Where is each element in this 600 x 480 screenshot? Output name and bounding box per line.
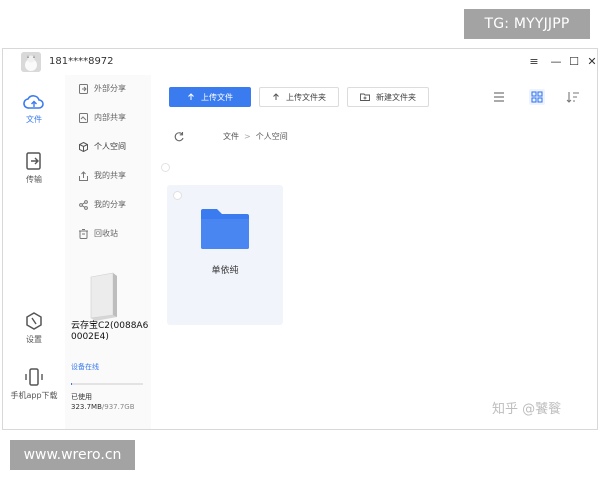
close-button[interactable]: ✕ <box>581 49 597 75</box>
phone-icon <box>25 368 43 386</box>
cloud-icon <box>23 95 44 109</box>
trash-icon <box>79 229 88 239</box>
storage-usage-bar <box>71 383 143 385</box>
upload-folder-button[interactable]: 上传文件夹 <box>259 87 339 107</box>
leftbar-item-transfer[interactable]: 传输 <box>3 151 65 185</box>
refresh-icon[interactable] <box>173 131 185 143</box>
nav-label: 我的分享 <box>94 200 126 209</box>
nav-label: 回收站 <box>94 229 118 238</box>
list-view-icon[interactable] <box>491 89 507 105</box>
nav-item-personal-space[interactable]: 个人空间 <box>79 138 126 156</box>
nav-item-recycle-bin[interactable]: 回收站 <box>79 225 118 243</box>
breadcrumb-separator: > <box>244 132 251 141</box>
watermark-bottom: www.wrero.cn <box>10 440 135 470</box>
leftbar-item-app-download[interactable]: 手机app下载 <box>3 367 65 401</box>
nav-panel: 外部分享 内部共享 个人空间 我的共享 我的分享 回收站 云存宝C2(0088A… <box>65 75 151 429</box>
transfer-icon <box>26 152 41 170</box>
left-icon-bar: 文件 传输 设置 手机app下载 <box>3 75 65 429</box>
nav-label: 外部分享 <box>94 84 126 93</box>
upload-file-label: 上传文件 <box>201 92 233 102</box>
upload-share-icon <box>79 171 88 181</box>
account-number: 181****8972 <box>49 56 114 67</box>
nav-label: 内部共享 <box>94 113 126 122</box>
sort-icon[interactable] <box>565 89 581 105</box>
storage-total: 937.7GB <box>104 403 135 411</box>
upload-folder-label: 上传文件夹 <box>286 92 326 102</box>
device-status: 设备在线 <box>71 363 99 371</box>
app-window: 181****8972 ≡ — ☐ ✕ 文件 传输 设置 手机app下载 外部分… <box>2 48 598 430</box>
storage-usage-fill <box>71 383 72 385</box>
storage-used: 323.7MB <box>71 403 102 411</box>
new-folder-button[interactable]: 新建文件夹 <box>347 87 429 107</box>
nav-item-my-shared[interactable]: 我的共享 <box>79 167 126 185</box>
leftbar-item-files[interactable]: 文件 <box>3 93 65 125</box>
device-image <box>87 271 121 323</box>
folder-icon <box>201 209 249 249</box>
new-folder-label: 新建文件夹 <box>376 92 416 102</box>
watermark-top: TG: MYYJJPP <box>464 9 590 39</box>
breadcrumb-current: 个人空间 <box>255 132 288 141</box>
select-all-checkbox[interactable] <box>161 163 170 172</box>
leftbar-label: 设置 <box>26 335 42 344</box>
main-content: 上传文件 上传文件夹 新建文件夹 文件 > 个人空间 单依纯 <box>151 75 597 429</box>
leftbar-label: 文件 <box>26 115 42 124</box>
leftbar-label: 传输 <box>26 175 42 184</box>
zhihu-watermark: 知乎 @饕餮 <box>492 402 562 417</box>
upload-file-button[interactable]: 上传文件 <box>169 87 251 107</box>
leftbar-label: 手机app下载 <box>10 391 58 400</box>
storage-usage-label: 已使用 <box>71 393 92 401</box>
item-checkbox[interactable] <box>173 191 182 200</box>
breadcrumb: 文件 > 个人空间 <box>223 131 288 142</box>
nav-label: 个人空间 <box>94 142 126 151</box>
nav-item-external-share[interactable]: 外部分享 <box>79 80 126 98</box>
folder-item[interactable]: 单依纯 <box>167 185 283 325</box>
avatar[interactable] <box>21 52 41 72</box>
internal-share-icon <box>79 113 88 123</box>
share-icon <box>79 200 88 210</box>
menu-icon[interactable]: ≡ <box>523 49 545 75</box>
storage-usage-value: 323.7MB/937.7GB <box>71 403 135 411</box>
nav-label: 我的共享 <box>94 171 126 180</box>
settings-icon <box>26 312 42 330</box>
external-share-icon <box>79 84 88 94</box>
cube-icon <box>79 142 88 152</box>
nav-item-my-share[interactable]: 我的分享 <box>79 196 126 214</box>
grid-view-icon[interactable] <box>529 89 545 105</box>
title-bar: 181****8972 ≡ — ☐ ✕ <box>3 49 597 75</box>
nav-item-internal-share[interactable]: 内部共享 <box>79 109 126 127</box>
device-name: 云存宝C2(0088A60002E4) <box>71 321 149 342</box>
upload-icon <box>188 93 194 100</box>
breadcrumb-root[interactable]: 文件 <box>223 131 239 142</box>
upload-icon <box>273 93 279 100</box>
folder-name: 单依纯 <box>211 266 239 276</box>
leftbar-item-settings[interactable]: 设置 <box>3 311 65 345</box>
new-folder-icon <box>360 93 370 101</box>
